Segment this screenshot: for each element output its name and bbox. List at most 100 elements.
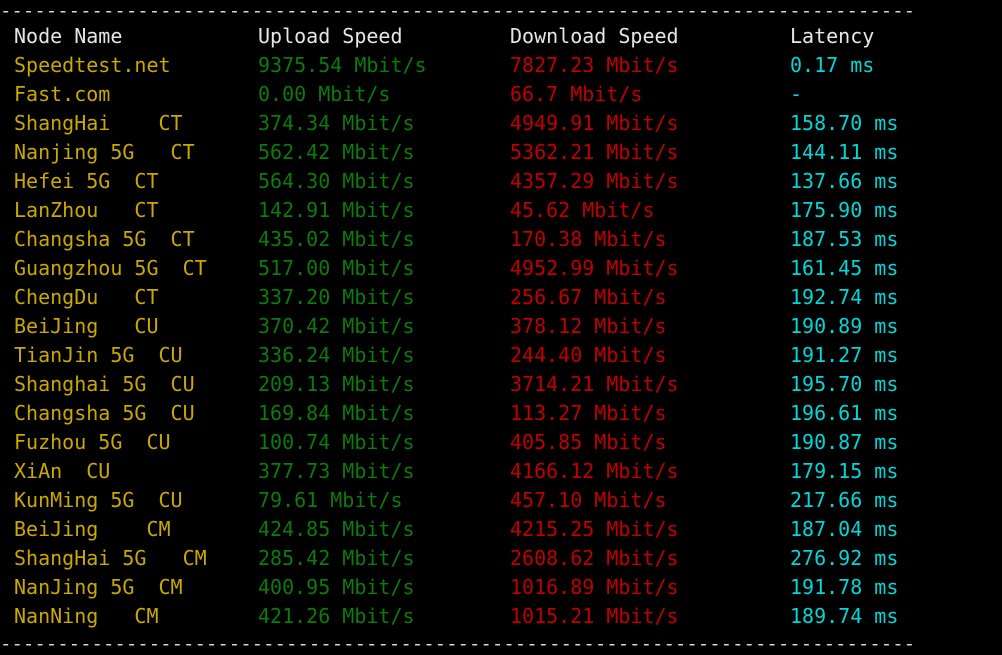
cell-node-name: KunMing 5G CU <box>14 488 183 512</box>
cell-download-speed: 170.38 Mbit/s <box>510 227 667 251</box>
cell-download-speed: 66.7 Mbit/s <box>510 82 643 106</box>
cell-node-name: XiAn CU <box>14 459 111 483</box>
cell-latency: 191.78 ms <box>790 575 899 599</box>
cell-upload-speed: 142.91 Mbit/s <box>258 198 415 222</box>
cell-node-name: Shanghai 5G CU <box>14 372 195 396</box>
cell-node-name: LanZhou CT <box>14 198 159 222</box>
cell-node-name: ShangHai 5G CM <box>14 546 207 570</box>
cell-download-speed: 457.10 Mbit/s <box>510 488 667 512</box>
table-row: ChengDu CT 337.20 Mbit/s 256.67 Mbit/s 192.… <box>0 283 1002 312</box>
table-row: Shanghai 5G CU 209.13 Mbit/s 3714.21 Mbit/… <box>0 370 1002 399</box>
cell-latency: 195.70 ms <box>790 372 899 396</box>
table-row: ShangHai 5G CM 285.42 Mbit/s 2608.62 Mbit/… <box>0 544 1002 573</box>
table-row: XiAn CU 377.73 Mbit/s 4166.12 Mbit/s 179.15… <box>0 457 1002 486</box>
cell-node-name: ShangHai CT <box>14 111 183 135</box>
table-row: Nanjing 5G CT 562.42 Mbit/s 5362.21 Mbit/s… <box>0 138 1002 167</box>
terminal-window: ----------------------------------------… <box>0 0 1002 655</box>
column-header-node-name: Node Name <box>14 24 123 48</box>
table-row: Changsha 5G CT 435.02 Mbit/s 170.38 Mbit/s… <box>0 225 1002 254</box>
cell-node-name: NanJing 5G CM <box>14 575 183 599</box>
speedtest-results-table: Node Name Upload Speed Download Speed La… <box>0 22 1002 631</box>
table-row: Hefei 5G CT 564.30 Mbit/s 4357.29 Mbit/s 13… <box>0 167 1002 196</box>
cell-upload-speed: 336.24 Mbit/s <box>258 343 415 367</box>
cell-latency: 0.17 ms <box>790 53 875 77</box>
cell-node-name: Speedtest.net <box>14 53 171 77</box>
cell-node-name: Changsha 5G CT <box>14 227 195 251</box>
cell-node-name: Fast.com <box>14 82 111 106</box>
cell-upload-speed: 79.61 Mbit/s <box>258 488 403 512</box>
cell-download-speed: 378.12 Mbit/s <box>510 314 667 338</box>
cell-upload-speed: 377.73 Mbit/s <box>258 459 415 483</box>
cell-download-speed: 3714.21 Mbit/s <box>510 372 679 396</box>
cell-download-speed: 113.27 Mbit/s <box>510 401 667 425</box>
cell-latency: 191.27 ms <box>790 343 899 367</box>
table-row: Speedtest.net 9375.54 Mbit/s 7827.23 Mbit/… <box>0 51 1002 80</box>
cell-node-name: TianJin 5G CU <box>14 343 183 367</box>
column-header-download-speed: Download Speed <box>510 24 679 48</box>
cell-download-speed: 1015.21 Mbit/s <box>510 604 679 628</box>
cell-latency: 137.66 ms <box>790 169 899 193</box>
cell-node-name: BeiJing CM <box>14 517 171 541</box>
cell-latency: - <box>790 82 803 106</box>
cell-upload-speed: 209.13 Mbit/s <box>258 372 415 396</box>
cell-download-speed: 1016.89 Mbit/s <box>510 575 679 599</box>
separator-line-bottom: ----------------------------------------… <box>0 633 916 655</box>
cell-download-speed: 2608.62 Mbit/s <box>510 546 679 570</box>
cell-node-name: Hefei 5G CT <box>14 169 159 193</box>
cell-upload-speed: 285.42 Mbit/s <box>258 546 415 570</box>
table-row: ShangHai CT 374.34 Mbit/s 4949.91 Mbit/s 15… <box>0 109 1002 138</box>
cell-latency: 161.45 ms <box>790 256 899 280</box>
cell-latency: 144.11 ms <box>790 140 899 164</box>
cell-latency: 158.70 ms <box>790 111 899 135</box>
cell-upload-speed: 370.42 Mbit/s <box>258 314 415 338</box>
cell-download-speed: 244.40 Mbit/s <box>510 343 667 367</box>
table-row: BeiJing CM 424.85 Mbit/s 4215.25 Mbit/s 187… <box>0 515 1002 544</box>
cell-download-speed: 4949.91 Mbit/s <box>510 111 679 135</box>
cell-latency: 190.87 ms <box>790 430 899 454</box>
table-row: NanNing CM 421.26 Mbit/s 1015.21 Mbit/s 189… <box>0 602 1002 631</box>
cell-download-speed: 4215.25 Mbit/s <box>510 517 679 541</box>
cell-latency: 189.74 ms <box>790 604 899 628</box>
cell-download-speed: 4952.99 Mbit/s <box>510 256 679 280</box>
cell-node-name: Changsha 5G CU <box>14 401 195 425</box>
cell-download-speed: 4166.12 Mbit/s <box>510 459 679 483</box>
table-row: NanJing 5G CM 400.95 Mbit/s 1016.89 Mbit/s… <box>0 573 1002 602</box>
cell-latency: 175.90 ms <box>790 198 899 222</box>
table-row: KunMing 5G CU 79.61 Mbit/s 457.10 Mbit/s 21… <box>0 486 1002 515</box>
cell-upload-speed: 424.85 Mbit/s <box>258 517 415 541</box>
table-row: Guangzhou 5G CT 517.00 Mbit/s 4952.99 Mbit… <box>0 254 1002 283</box>
cell-upload-speed: 374.34 Mbit/s <box>258 111 415 135</box>
cell-node-name: NanNing CM <box>14 604 159 628</box>
cell-download-speed: 7827.23 Mbit/s <box>510 53 679 77</box>
cell-node-name: Nanjing 5G CT <box>14 140 195 164</box>
table-body: Speedtest.net 9375.54 Mbit/s 7827.23 Mbit/… <box>0 51 1002 631</box>
table-row: Fuzhou 5G CU 100.74 Mbit/s 405.85 Mbit/s 19… <box>0 428 1002 457</box>
cell-latency: 190.89 ms <box>790 314 899 338</box>
table-row: TianJin 5G CU 336.24 Mbit/s 244.40 Mbit/s 1… <box>0 341 1002 370</box>
cell-download-speed: 5362.21 Mbit/s <box>510 140 679 164</box>
cell-download-speed: 4357.29 Mbit/s <box>510 169 679 193</box>
cell-upload-speed: 400.95 Mbit/s <box>258 575 415 599</box>
column-header-upload-speed: Upload Speed <box>258 24 403 48</box>
cell-latency: 192.74 ms <box>790 285 899 309</box>
cell-node-name: BeiJing CU <box>14 314 159 338</box>
cell-latency: 196.61 ms <box>790 401 899 425</box>
cell-latency: 187.53 ms <box>790 227 899 251</box>
cell-upload-speed: 435.02 Mbit/s <box>258 227 415 251</box>
cell-node-name: Fuzhou 5G CU <box>14 430 171 454</box>
column-header-latency: Latency <box>790 24 875 48</box>
cell-node-name: ChengDu CT <box>14 285 159 309</box>
cell-upload-speed: 9375.54 Mbit/s <box>258 53 427 77</box>
cell-upload-speed: 517.00 Mbit/s <box>258 256 415 280</box>
cell-upload-speed: 562.42 Mbit/s <box>258 140 415 164</box>
cell-upload-speed: 421.26 Mbit/s <box>258 604 415 628</box>
table-row: Changsha 5G CU 169.84 Mbit/s 113.27 Mbit/s… <box>0 399 1002 428</box>
cell-upload-speed: 337.20 Mbit/s <box>258 285 415 309</box>
table-header-row: Node Name Upload Speed Download Speed La… <box>0 22 1002 51</box>
cell-download-speed: 405.85 Mbit/s <box>510 430 667 454</box>
cell-latency: 276.92 ms <box>790 546 899 570</box>
table-row: LanZhou CT 142.91 Mbit/s 45.62 Mbit/s 175.9… <box>0 196 1002 225</box>
cell-upload-speed: 100.74 Mbit/s <box>258 430 415 454</box>
cell-download-speed: 256.67 Mbit/s <box>510 285 667 309</box>
table-row: Fast.com 0.00 Mbit/s 66.7 Mbit/s - <box>0 80 1002 109</box>
